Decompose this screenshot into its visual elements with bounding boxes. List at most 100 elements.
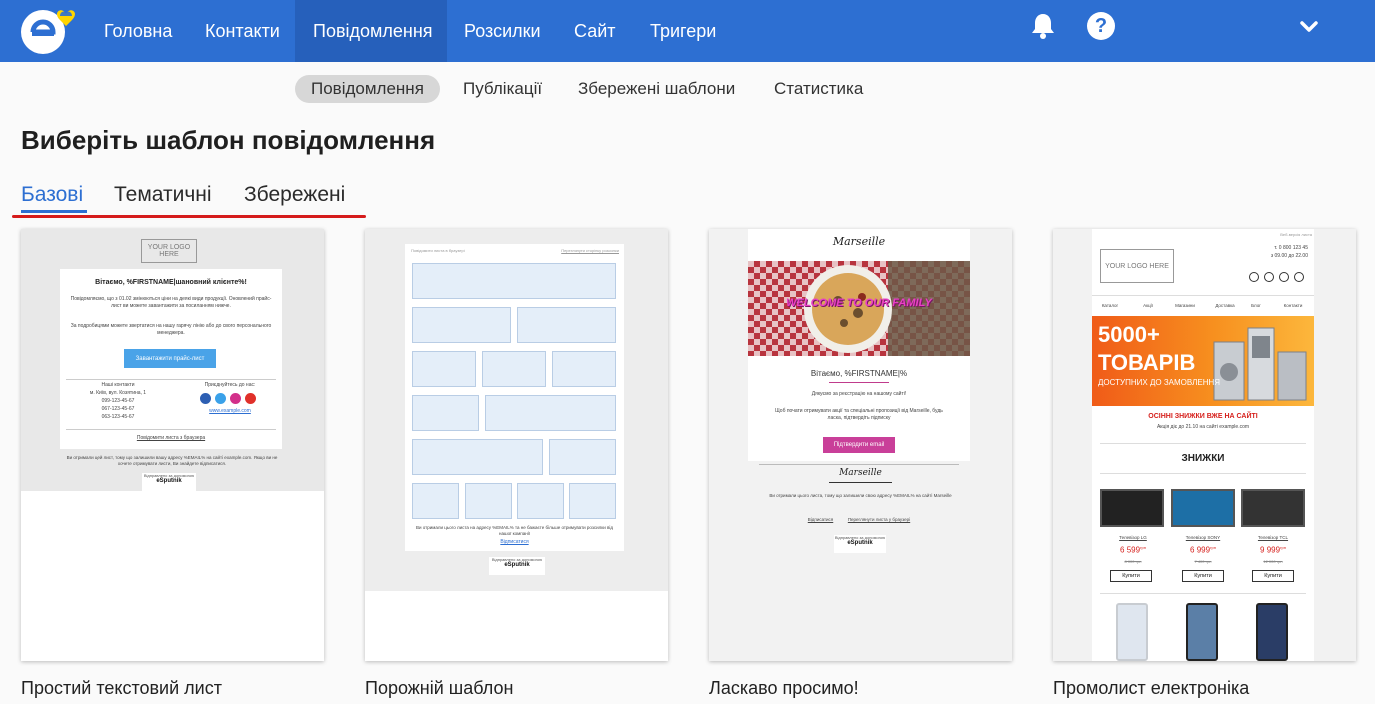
esputnik-badge: Відправлено за допомогою eSputnik <box>834 535 886 553</box>
highlight-underline <box>12 215 366 218</box>
preview-greeting: Вітаємо, %FIRSTNAME|шановний клієнте%! <box>95 279 247 286</box>
preview-contacts-title: Наші контакти <box>101 382 135 388</box>
product-old-price: 8 000 грн <box>1124 559 1142 564</box>
preview-site: www.example.com <box>209 408 251 414</box>
preview-body1: Повідомляємо, що з 01.02 змінюються ціни… <box>70 296 272 309</box>
preview-social-title: Приєднуйтесь до нас: <box>204 382 256 388</box>
preview-email-body: Вітаємо, %FIRSTNAME|шановний клієнте%! П… <box>60 269 282 449</box>
product-image <box>1116 603 1148 661</box>
subtab-statistics[interactable]: Статистика <box>758 75 879 103</box>
product-image <box>1241 489 1305 527</box>
image-placeholder <box>517 483 564 519</box>
welcome-banner-text: WELCOME TO OUR FAMILY <box>786 297 932 309</box>
chevron-down-icon[interactable] <box>1298 18 1320 36</box>
preview-phone: 063-123-45-67 <box>101 414 135 420</box>
template-card-welcome[interactable]: Marseille WELCOME TO OUR FAMILY Вітаємо,… <box>709 229 1012 661</box>
tab-saved[interactable]: Збережені <box>244 183 345 207</box>
template-label: Порожній шаблон <box>365 678 514 698</box>
page-title: Виберіть шаблон повідомлення <box>21 125 436 155</box>
active-tab-indicator <box>21 210 87 213</box>
menu-item: Магазини <box>1175 303 1195 308</box>
image-placeholder <box>482 351 546 387</box>
preview-web-version: Веб-версія листа <box>1280 232 1312 237</box>
preview-unsub: Відписатися <box>500 539 529 545</box>
image-placeholder <box>517 307 616 343</box>
instagram-icon <box>1279 272 1289 282</box>
preview-unsub: Повідомити листа з браузера <box>136 435 206 441</box>
product-name: Телевізор TCL <box>1257 535 1289 540</box>
nav-home[interactable]: Головна <box>86 0 190 62</box>
banner-small: ДОСТУПНИХ ДО ЗАМОВЛЕННЯ <box>1098 378 1221 387</box>
preview-phone: 099-123-45-67 <box>101 398 135 404</box>
template-label: Ласкаво просимо! <box>709 678 859 698</box>
product-name: Телевізор LG <box>1119 535 1147 540</box>
preview-hours: з 09.00 до 22.00 <box>1270 253 1308 259</box>
image-placeholder <box>412 439 543 475</box>
help-icon[interactable]: ? <box>1087 12 1115 40</box>
preview-email-body: Повідомити листа в браузері Переглянути … <box>405 244 624 551</box>
banner-mid: ТОВАРІВ <box>1098 350 1196 375</box>
preview-footer-note: Ви отримали цей лист, тому що залишили в… <box>66 455 278 466</box>
esputnik-logo[interactable] <box>18 4 84 56</box>
product-old-price: 7 400 грн <box>1194 559 1212 564</box>
product-name: Телевізор SONY <box>1185 535 1221 540</box>
preview-thanks: Дякуємо за реєстрацію на нашому сайті! <box>811 391 907 397</box>
menu-item: Блог <box>1251 303 1261 308</box>
preview-section-title: ЗНИЖКИ <box>1181 453 1225 464</box>
template-card-simple-text[interactable]: YOUR LOGO HERE Вітаємо, %FIRSTNAME|шанов… <box>21 229 324 661</box>
facebook-icon <box>200 393 211 404</box>
product-buy-button: Купити <box>1182 570 1224 582</box>
twitter-icon <box>215 393 226 404</box>
appliances-image <box>1213 327 1307 401</box>
nav-contacts[interactable]: Контакти <box>187 0 298 62</box>
product-image <box>1100 489 1164 527</box>
menu-item: Контакти <box>1283 303 1303 308</box>
preview-unsub: Відписатися <box>807 517 834 522</box>
subtab-saved-templates[interactable]: Збережені шаблони <box>562 75 751 103</box>
image-placeholder <box>465 483 512 519</box>
preview-footer: Ви отримали цього листа, тому що залишил… <box>769 493 952 498</box>
subtab-publications[interactable]: Публікації <box>447 75 558 103</box>
template-card-blank[interactable]: Повідомити листа в браузері Переглянути … <box>365 229 668 661</box>
preview-body: Щоб почати отримувати акції та спеціальн… <box>775 408 943 421</box>
bell-icon[interactable] <box>1030 12 1056 40</box>
banner-big: 5000+ <box>1098 322 1160 347</box>
promo-banner: 5000+ ТОВАРІВ ДОСТУПНИХ ДО ЗАМОВЛЕННЯ <box>1092 316 1314 406</box>
product-price: 6 999грн <box>1190 545 1216 555</box>
image-placeholder <box>412 307 511 343</box>
esputnik-badge: Відправлено за допомогою eSputnik <box>142 473 196 493</box>
youtube-icon <box>245 393 256 404</box>
preview-email-body: Веб-версія листа YOUR LOGO HERE т. 0 800… <box>1092 229 1314 661</box>
image-placeholder <box>552 351 616 387</box>
product-image <box>1171 489 1235 527</box>
top-navbar: Головна Контакти Повідомлення Розсилки С… <box>0 0 1375 62</box>
instagram-icon <box>230 393 241 404</box>
template-card-electronics-promo[interactable]: Веб-версія листа YOUR LOGO HERE т. 0 800… <box>1053 229 1356 661</box>
nav-site[interactable]: Сайт <box>556 0 634 62</box>
menu-item: Доставка <box>1215 303 1235 308</box>
nav-triggers[interactable]: Тригери <box>632 0 734 62</box>
product-price: 6 599грн <box>1120 545 1146 555</box>
tab-basic[interactable]: Базові <box>21 183 83 207</box>
menu-item: Каталог <box>1101 303 1119 308</box>
preview-sale-sub: Акція діє до 21.10 на сайті example.com <box>1156 424 1250 430</box>
image-placeholder <box>412 483 459 519</box>
preview-browser-link: Повідомити листа в браузері <box>411 248 465 253</box>
nav-campaigns[interactable]: Розсилки <box>446 0 559 62</box>
preview-sale-title: ОСІННІ ЗНИЖКИ ВЖЕ НА САЙТІ <box>1148 413 1258 420</box>
product-buy-button: Купити <box>1252 570 1294 582</box>
tab-thematic[interactable]: Тематичні <box>114 183 212 207</box>
youtube-icon <box>1294 272 1304 282</box>
product-image <box>1186 603 1218 661</box>
product-image <box>1256 603 1288 661</box>
preview-address: м. Київ, вул. Козятина, 1 <box>89 390 147 396</box>
image-placeholder <box>412 395 479 431</box>
nav-messages[interactable]: Повідомлення <box>295 0 447 62</box>
subtab-messages[interactable]: Повідомлення <box>295 75 440 103</box>
preview-brand: Marseille <box>832 235 886 248</box>
preview-phone: т. 0 800 123 45 <box>1274 245 1308 251</box>
preview-browser-link: Переглянути листа у браузері <box>847 517 911 522</box>
product-price: 9 999грн <box>1260 545 1286 555</box>
image-placeholder <box>485 395 616 431</box>
preview-body2: За подробицями можете звертатися на нашу… <box>70 323 272 336</box>
